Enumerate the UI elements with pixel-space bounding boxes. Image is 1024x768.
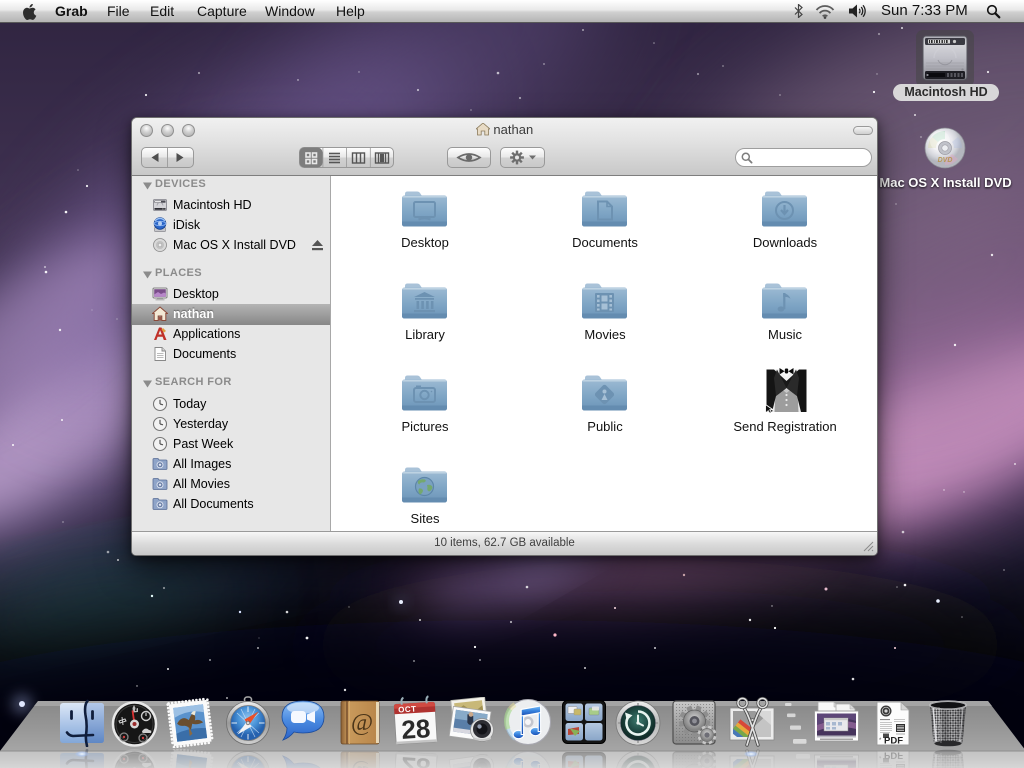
svg-text:PDF: PDF	[884, 736, 903, 747]
svg-text:DVD: DVD	[938, 157, 953, 164]
svg-text:OCT: OCT	[398, 704, 417, 714]
svg-text:@: @	[351, 710, 373, 736]
